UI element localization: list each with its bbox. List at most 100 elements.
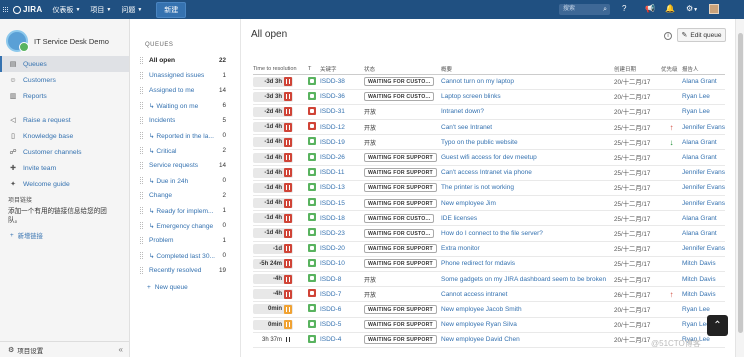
column-header-key[interactable]: 关键字 (320, 64, 364, 75)
drag-handle-icon[interactable] (140, 132, 143, 139)
issue-summary-link[interactable]: Cannot turn on my laptop (441, 78, 614, 85)
queue-item[interactable]: Incidents 5 (131, 113, 240, 128)
issue-summary-link[interactable]: Extra monitor (441, 245, 614, 252)
sidebar-item-queues[interactable]: ▤ Queues (0, 56, 129, 72)
table-row[interactable]: -1d 4h ISDD-19 开放 Typo on the public websit… (253, 134, 725, 151)
queue-item[interactable]: Assigned to me 14 (131, 83, 240, 98)
issue-key-link[interactable]: ISDD-10 (320, 260, 345, 267)
sidebar-item-raise-request[interactable]: ◁ Raise a request (0, 112, 129, 128)
create-button[interactable]: 新建 (156, 1, 187, 18)
sidebar-item-knowledge-base[interactable]: ▯ Knowledge base (0, 128, 129, 144)
issue-key-link[interactable]: ISDD-6 (320, 306, 341, 313)
issue-summary-link[interactable]: Some gadgets on my JIRA dashboard seem t… (441, 276, 614, 283)
drag-handle-icon[interactable] (140, 117, 143, 124)
table-row[interactable]: -1d 4h ISDD-12 开放 Can't see Intranet 25/十二月/… (253, 119, 725, 136)
issue-key-link[interactable]: ISDD-23 (320, 230, 345, 237)
table-row[interactable]: -5h 24m ISDD-10 WAITING FOR SUPPORT Phone r… (253, 256, 725, 272)
table-row[interactable]: 0min ISDD-5 WAITING FOR SUPPORT New employe… (253, 317, 725, 333)
issue-key-link[interactable]: ISDD-31 (320, 108, 345, 115)
reporter-link[interactable]: Mitch Davis (682, 260, 725, 267)
queue-item[interactable]: Change 2 (131, 188, 240, 203)
collapse-sidebar-icon[interactable]: « (119, 345, 123, 354)
help-icon[interactable]: ? (622, 4, 626, 14)
column-header-created[interactable]: 创建日期 (614, 64, 661, 75)
table-row[interactable]: -3d 3h ISDD-36 WAITING FOR CUSTO... Laptop … (253, 89, 725, 105)
edit-queue-button[interactable]: ✎ Edit queue (677, 28, 726, 42)
column-header-time-to-resolution[interactable]: Time to resolution (253, 64, 308, 75)
reporter-link[interactable]: Mitch Davis (682, 276, 725, 283)
reporter-link[interactable]: Ryan Lee (682, 93, 725, 100)
menu-issues[interactable]: 问题 ▼ (121, 5, 142, 15)
queue-item[interactable]: ↳ Ready for implem... 1 (131, 203, 240, 218)
feedback-megaphone-icon[interactable]: 📢 (645, 4, 655, 14)
issue-summary-link[interactable]: New employee Jim (441, 200, 614, 207)
table-row[interactable]: -4h ISDD-8 开放 Some gadgets on my JIRA dashb… (253, 271, 725, 288)
reporter-link[interactable]: Jennifer Evans (682, 124, 725, 131)
drag-handle-icon[interactable] (140, 237, 143, 244)
reporter-link[interactable]: Jennifer Evans (682, 200, 725, 207)
table-row[interactable]: -3d 3h ISDD-38 WAITING FOR CUSTO... Cannot … (253, 74, 725, 90)
issue-key-link[interactable]: ISDD-26 (320, 154, 345, 161)
drag-handle-icon[interactable] (140, 162, 143, 169)
table-row[interactable]: -1d 4h ISDD-23 WAITING FOR CUSTO... How do … (253, 225, 725, 242)
table-row[interactable]: -2d 4h ISDD-31 开放 Intranet down? 20/十二月/17 Ry… (253, 104, 725, 121)
menu-projects[interactable]: 项目 ▼ (90, 5, 111, 15)
reporter-link[interactable]: Alana Grant (682, 154, 725, 161)
column-header-type[interactable]: T (308, 64, 320, 75)
drag-handle-icon[interactable] (140, 177, 143, 184)
jira-logo[interactable]: JIRA (13, 5, 42, 14)
menu-dashboards[interactable]: 仪表板 ▼ (52, 5, 80, 15)
info-icon[interactable]: i (664, 32, 672, 40)
issue-summary-link[interactable]: New employee Ryan Silva (441, 321, 614, 328)
table-row[interactable]: -1d 4h ISDD-11 WAITING FOR SUPPORT Can't ac… (253, 165, 725, 181)
drag-handle-icon[interactable] (140, 207, 143, 214)
table-row[interactable]: -1d 4h ISDD-15 WAITING FOR SUPPORT New empl… (253, 195, 725, 212)
app-switcher-icon[interactable] (3, 6, 9, 13)
queue-item[interactable]: Service requests 14 (131, 158, 240, 173)
project-header[interactable]: IT Service Desk Demo (0, 19, 129, 55)
sidebar-item-customer-channels[interactable]: ☍ Customer channels (0, 144, 129, 160)
queue-item[interactable]: ↳ Critical 2 (131, 143, 240, 158)
reporter-link[interactable]: Alana Grant (682, 230, 725, 237)
sidebar-item-reports[interactable]: ▥ Reports (0, 88, 129, 104)
issue-summary-link[interactable]: Can't see Intranet (441, 124, 614, 131)
issue-summary-link[interactable]: Laptop screen blinks (441, 93, 614, 100)
issue-summary-link[interactable]: New employee Jacob Smith (441, 306, 614, 313)
queue-item[interactable]: ↳ Reported in the la... 0 (131, 128, 240, 143)
reporter-link[interactable]: Alana Grant (682, 78, 725, 85)
drag-handle-icon[interactable] (140, 72, 143, 79)
table-row[interactable]: 0min ISDD-6 WAITING FOR SUPPORT New employe… (253, 301, 725, 318)
drag-handle-icon[interactable] (140, 57, 143, 64)
new-queue-button[interactable]: + New queue (131, 280, 240, 294)
reporter-link[interactable]: Jennifer Evans (682, 169, 725, 176)
drag-handle-icon[interactable] (140, 87, 143, 94)
scrollbar-thumb[interactable] (738, 33, 743, 333)
issue-key-link[interactable]: ISDD-15 (320, 200, 345, 207)
queue-item[interactable]: Recently resolved 19 (131, 263, 240, 278)
queue-item[interactable]: ↳ Waiting on me 6 (131, 98, 240, 113)
issue-summary-link[interactable]: How do I connect to the file server? (441, 230, 614, 237)
table-row[interactable]: -1d ISDD-20 WAITING FOR SUPPORT Extra monit… (253, 241, 725, 257)
reporter-link[interactable]: Mitch Davis (682, 291, 725, 298)
queue-item[interactable]: All open 22 (131, 53, 240, 68)
table-row[interactable]: -1d 4h ISDD-18 WAITING FOR CUSTO... IDE lic… (253, 210, 725, 227)
issue-summary-link[interactable]: Intranet down? (441, 108, 614, 115)
drag-handle-icon[interactable] (140, 222, 143, 229)
notifications-bell-icon[interactable]: 🔔 (665, 4, 675, 14)
sidebar-item-invite-team[interactable]: ✚ Invite team (0, 160, 129, 176)
column-header-summary[interactable]: 概要 (441, 64, 614, 75)
drag-handle-icon[interactable] (140, 147, 143, 154)
issue-key-link[interactable]: ISDD-11 (320, 169, 344, 176)
column-header-priority[interactable]: 优先级 (661, 64, 682, 75)
queue-item[interactable]: ↳ Due in 24h 0 (131, 173, 240, 188)
queue-item[interactable]: ↳ Completed last 30... 0 (131, 248, 240, 263)
issue-key-link[interactable]: ISDD-13 (320, 184, 345, 191)
issue-key-link[interactable]: ISDD-20 (320, 245, 345, 252)
issue-summary-link[interactable]: IDE licenses (441, 215, 614, 222)
settings-gear-icon[interactable]: ⚙▼ (686, 4, 698, 15)
issue-summary-link[interactable]: The printer is not working (441, 184, 614, 191)
issue-summary-link[interactable]: Typo on the public website (441, 139, 614, 146)
user-avatar[interactable] (709, 4, 719, 14)
issue-key-link[interactable]: ISDD-7 (320, 291, 341, 298)
column-header-status[interactable]: 状态 (364, 64, 441, 75)
